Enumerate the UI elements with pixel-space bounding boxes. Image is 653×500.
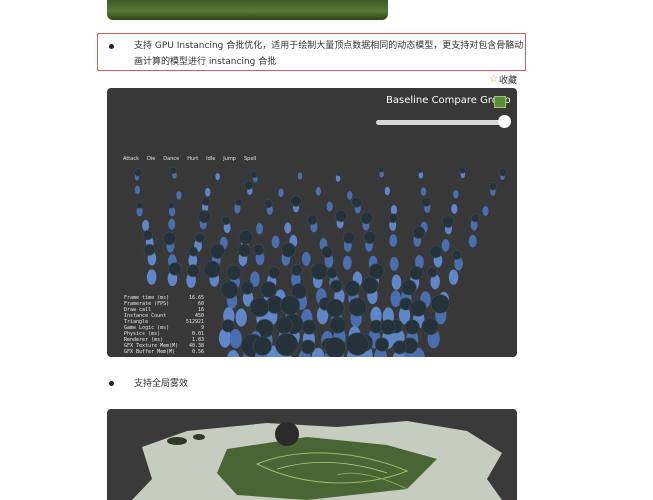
stat-row: GFX Buffer Mem(M) 0.56 [124, 349, 204, 355]
group-label: Baseline Compare Group [386, 95, 511, 106]
instance-slider[interactable] [376, 120, 504, 125]
anim-label[interactable]: Attack [123, 156, 139, 162]
gpu-instancing-demo: Baseline Compare Group Attack Die Dance … [107, 88, 517, 357]
collect-link[interactable]: ☆ 收藏 [489, 73, 517, 86]
stat-label: GFX Buffer Mem(M) [124, 349, 176, 355]
collect-label: 收藏 [498, 76, 517, 86]
anim-label[interactable]: Jump [223, 156, 236, 162]
anim-label[interactable]: Dance [163, 156, 179, 162]
top-screenshot-image [107, 0, 388, 20]
anim-label[interactable]: Spell [244, 156, 256, 162]
stats-overlay: Frame time (ms) 16.65 Framerate (FPS) 60 D… [124, 295, 204, 355]
slider-handle[interactable] [498, 115, 511, 128]
animation-labels: Attack Die Dance Hurt Idle Jump Spell [123, 156, 256, 162]
global-fog-demo [107, 409, 517, 500]
feature-gpu-instancing-line1: 支持 GPU Instancing 合批优化，适用于绘制大量顶点数据相同的动态模… [134, 41, 524, 51]
terrain-scene-image [132, 421, 502, 500]
anim-label[interactable]: Die [147, 156, 155, 162]
stat-value: 0.56 [191, 349, 204, 355]
bullet-icon [109, 44, 114, 49]
star-icon: ☆ [489, 74, 498, 85]
group-checkbox[interactable] [494, 96, 506, 108]
anim-label[interactable]: Idle [206, 156, 215, 162]
feature-global-fog: 支持全局雾效 [134, 379, 189, 389]
feature-gpu-instancing-line2: 画计算的模型进行 instancing 合批 [134, 57, 277, 67]
anim-label[interactable]: Hurt [187, 156, 198, 162]
bullet-icon [109, 381, 114, 386]
